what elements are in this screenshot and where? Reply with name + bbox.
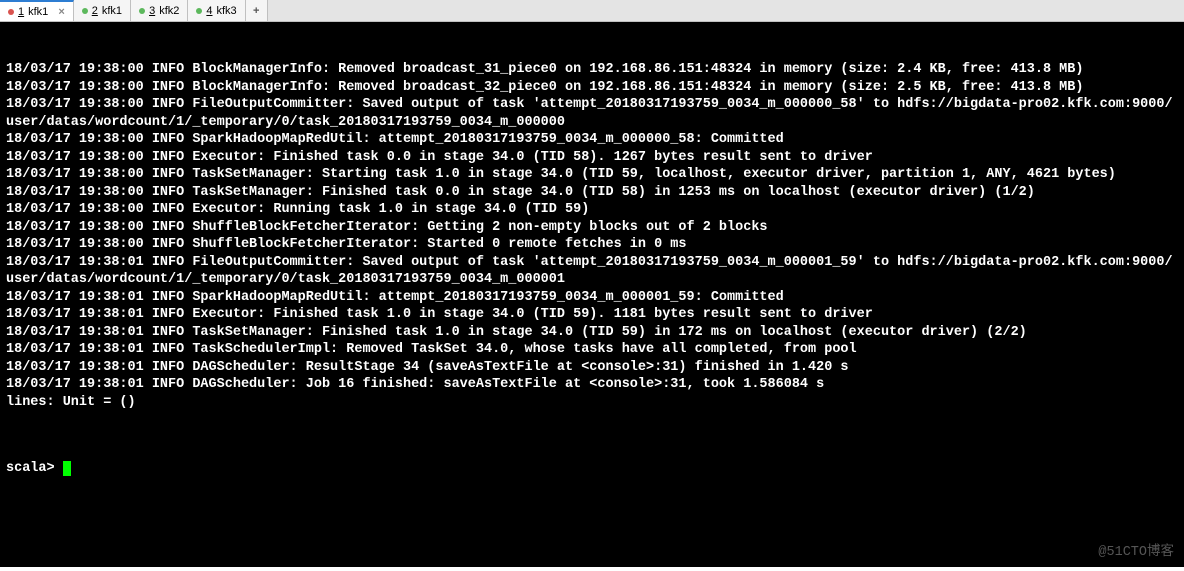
- tab-label: kfk2: [159, 5, 179, 17]
- log-line: 18/03/17 19:38:01 INFO DAGScheduler: Res…: [6, 359, 1178, 377]
- terminal-output[interactable]: 18/03/17 19:38:00 INFO BlockManagerInfo:…: [0, 22, 1184, 567]
- tab-kfk1-1[interactable]: 1 kfk1 ×: [0, 0, 74, 21]
- new-tab-button[interactable]: +: [246, 0, 268, 21]
- tab-label: kfk1: [102, 5, 122, 17]
- status-dot-icon: [196, 8, 202, 14]
- watermark: @51CTO博客: [1098, 544, 1174, 562]
- tab-number: 3: [149, 5, 155, 17]
- log-line: 18/03/17 19:38:01 INFO Executor: Finishe…: [6, 306, 1178, 324]
- log-line: 18/03/17 19:38:01 INFO SparkHadoopMapRed…: [6, 289, 1178, 307]
- status-dot-icon: [82, 8, 88, 14]
- log-lines: 18/03/17 19:38:00 INFO BlockManagerInfo:…: [6, 61, 1178, 411]
- tab-number: 4: [206, 5, 212, 17]
- log-line: 18/03/17 19:38:00 INFO TaskSetManager: S…: [6, 166, 1178, 184]
- tab-number: 1: [18, 6, 24, 18]
- log-line: 18/03/17 19:38:01 INFO DAGScheduler: Job…: [6, 376, 1178, 394]
- tab-label: kfk3: [217, 5, 237, 17]
- log-line: 18/03/17 19:38:01 INFO TaskSchedulerImpl…: [6, 341, 1178, 359]
- log-line: 18/03/17 19:38:00 INFO ShuffleBlockFetch…: [6, 219, 1178, 237]
- tab-number: 2: [92, 5, 98, 17]
- log-line: 18/03/17 19:38:00 INFO SparkHadoopMapRed…: [6, 131, 1178, 149]
- log-line: lines: Unit = (): [6, 394, 1178, 412]
- log-line: 18/03/17 19:38:00 INFO ShuffleBlockFetch…: [6, 236, 1178, 254]
- log-line: 18/03/17 19:38:00 INFO BlockManagerInfo:…: [6, 79, 1178, 97]
- status-dot-icon: [139, 8, 145, 14]
- tab-bar: 1 kfk1×2 kfk13 kfk24 kfk3+: [0, 0, 1184, 22]
- tab-label: kfk1: [28, 6, 48, 18]
- log-line: 18/03/17 19:38:00 INFO BlockManagerInfo:…: [6, 61, 1178, 79]
- close-icon[interactable]: ×: [58, 6, 64, 18]
- log-line: 18/03/17 19:38:00 INFO Executor: Running…: [6, 201, 1178, 219]
- status-dot-icon: [8, 9, 14, 15]
- log-line: 18/03/17 19:38:00 INFO FileOutputCommitt…: [6, 96, 1178, 131]
- tab-kfk3-4[interactable]: 4 kfk3: [188, 0, 245, 21]
- tab-kfk1-2[interactable]: 2 kfk1: [74, 0, 131, 21]
- log-line: 18/03/17 19:38:01 INFO FileOutputCommitt…: [6, 254, 1178, 289]
- prompt-text: scala>: [6, 461, 63, 476]
- log-line: 18/03/17 19:38:00 INFO TaskSetManager: F…: [6, 184, 1178, 202]
- cursor: [63, 461, 71, 476]
- log-line: 18/03/17 19:38:01 INFO TaskSetManager: F…: [6, 324, 1178, 342]
- tab-kfk2-3[interactable]: 3 kfk2: [131, 0, 188, 21]
- log-line: 18/03/17 19:38:00 INFO Executor: Finishe…: [6, 149, 1178, 167]
- prompt-line: scala>: [6, 460, 1178, 478]
